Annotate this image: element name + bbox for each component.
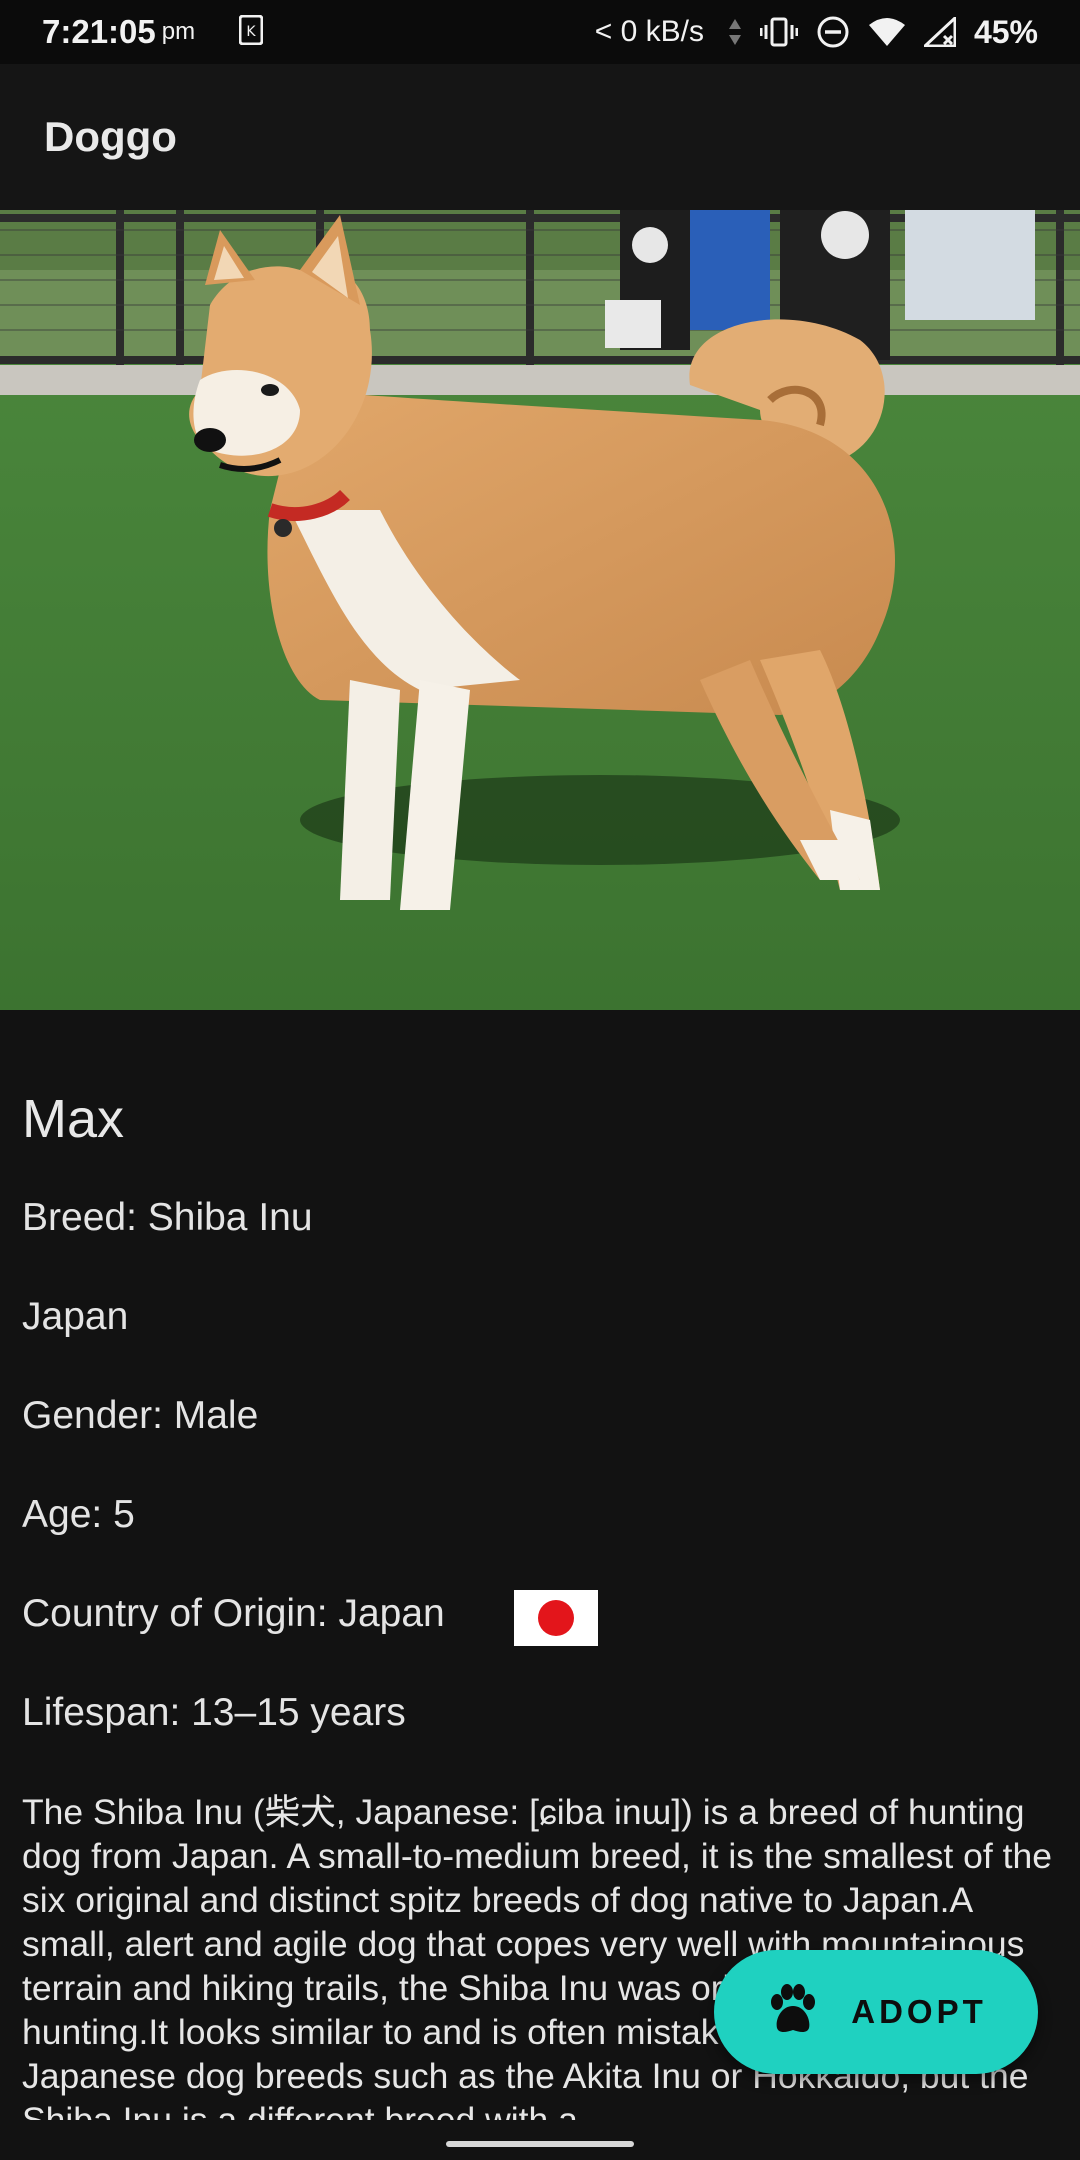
shiba-inu-photo (0, 210, 1080, 1010)
signal-icon (923, 17, 956, 47)
app-bar: Doggo (0, 64, 1080, 210)
data-activity-icon (728, 17, 742, 47)
region: Japan (22, 1295, 129, 1338)
app-notification-icon: K (238, 14, 264, 50)
status-right: < 0 kB/s 45% (595, 14, 1038, 51)
adopt-label: ADOPT (851, 1993, 987, 2030)
lifespan: Lifespan: 13–15 years (22, 1691, 406, 1734)
battery-level: 45% (973, 13, 1038, 50)
country-of-origin: Country of Origin: Japan (22, 1592, 445, 1635)
clock: 7:21:05 (42, 13, 156, 50)
japan-flag-icon (514, 1590, 598, 1646)
dog-name: Max (22, 1089, 125, 1149)
age: Age: 5 (22, 1493, 135, 1536)
clock-ampm: pm (161, 18, 196, 45)
home-indicator[interactable] (446, 2141, 634, 2147)
gender: Gender: Male (22, 1394, 259, 1437)
status-left: 7:21:05 pm K (42, 13, 264, 51)
status-bar: 7:21:05 pm K < 0 kB/s 45% (0, 0, 1080, 64)
vibrate-icon (759, 17, 798, 47)
network-speed: < 0 kB/s (594, 15, 704, 48)
flag-disc (538, 1600, 574, 1636)
adopt-button[interactable]: ADOPT (714, 1950, 1038, 2074)
svg-text:K: K (247, 24, 257, 40)
paw-icon (765, 1983, 821, 2041)
wifi-icon (868, 17, 906, 47)
breed: Breed: Shiba Inu (22, 1196, 313, 1239)
app-title: Doggo (44, 113, 177, 160)
dnd-icon (816, 15, 850, 49)
